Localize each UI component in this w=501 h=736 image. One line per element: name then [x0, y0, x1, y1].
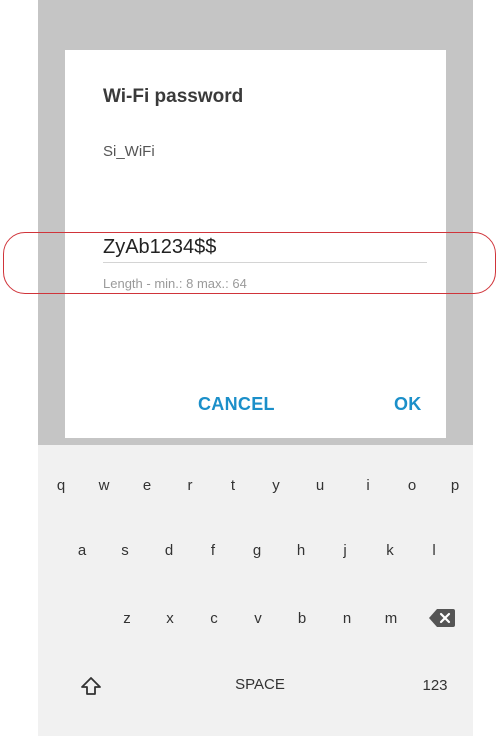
key-o[interactable]: o [397, 470, 427, 500]
cancel-button[interactable]: CANCEL [198, 394, 275, 415]
backspace-key[interactable] [427, 603, 457, 633]
shift-key[interactable] [76, 671, 106, 701]
key-w[interactable]: w [89, 470, 119, 500]
key-m[interactable]: m [376, 603, 406, 633]
key-r[interactable]: r [175, 470, 205, 500]
key-x[interactable]: x [155, 603, 185, 633]
key-h[interactable]: h [286, 535, 316, 565]
backspace-icon [429, 609, 455, 627]
numbers-key[interactable]: 123 [420, 670, 450, 700]
key-v[interactable]: v [243, 603, 273, 633]
key-q[interactable]: q [46, 470, 76, 500]
key-s[interactable]: s [110, 535, 140, 565]
wifi-password-dialog: Wi-Fi password Si_WiFi Length - min.: 8 … [65, 50, 446, 438]
key-y[interactable]: y [261, 470, 291, 500]
key-k[interactable]: k [375, 535, 405, 565]
phone-screen: Wi-Fi password Si_WiFi Length - min.: 8 … [38, 0, 473, 736]
password-field[interactable] [103, 236, 427, 263]
key-l[interactable]: l [419, 535, 449, 565]
key-f[interactable]: f [198, 535, 228, 565]
dialog-title: Wi-Fi password [103, 86, 244, 107]
shift-arrow-icon [81, 677, 101, 695]
key-c[interactable]: c [199, 603, 229, 633]
network-name: Si_WiFi [103, 143, 155, 160]
key-z[interactable]: z [112, 603, 142, 633]
key-p[interactable]: p [440, 470, 470, 500]
key-j[interactable]: j [330, 535, 360, 565]
key-t[interactable]: t [218, 470, 248, 500]
on-screen-keyboard: q w e r t y u i o p a s d f g h j k l z … [38, 445, 473, 736]
key-e[interactable]: e [132, 470, 162, 500]
key-u[interactable]: u [305, 470, 335, 500]
key-a[interactable]: a [67, 535, 97, 565]
key-g[interactable]: g [242, 535, 272, 565]
password-input[interactable] [103, 236, 427, 259]
key-b[interactable]: b [287, 603, 317, 633]
space-key[interactable]: SPACE [215, 669, 305, 699]
key-n[interactable]: n [332, 603, 362, 633]
ok-button[interactable]: OK [394, 394, 422, 415]
key-i[interactable]: i [353, 470, 383, 500]
key-d[interactable]: d [154, 535, 184, 565]
password-length-hint: Length - min.: 8 max.: 64 [103, 276, 247, 291]
